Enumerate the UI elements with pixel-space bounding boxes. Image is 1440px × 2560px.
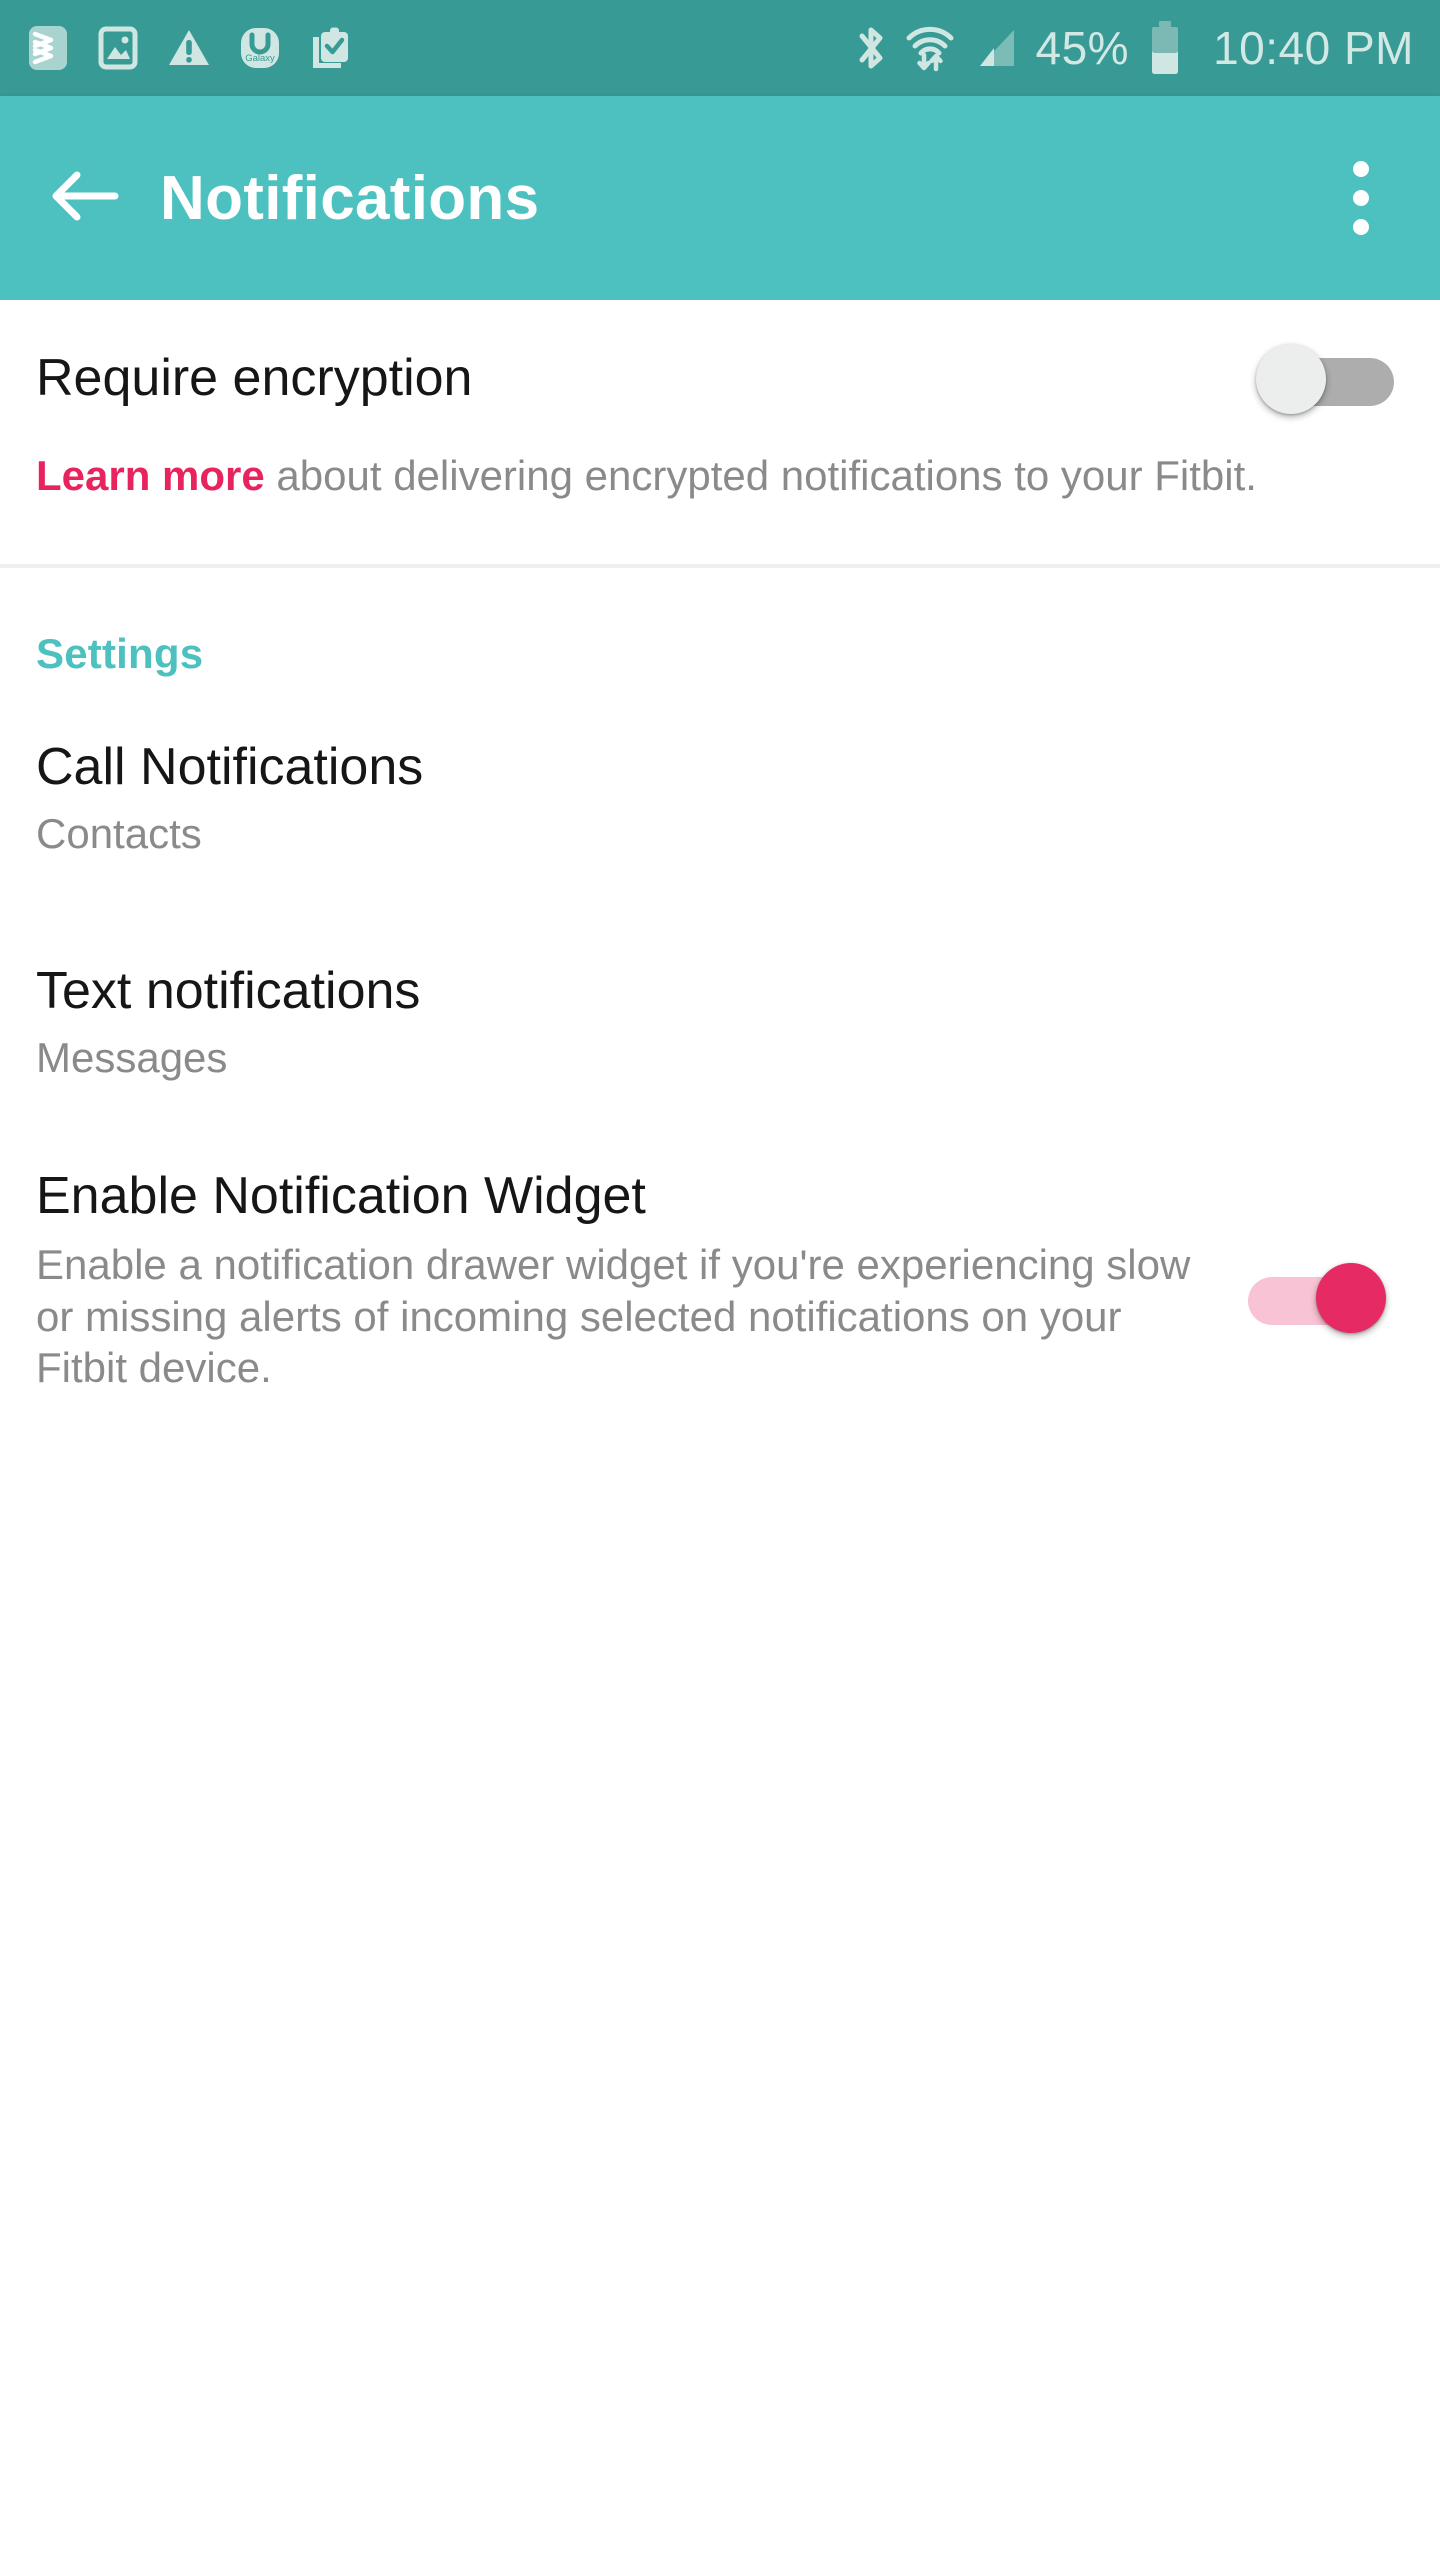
encryption-description-text: about delivering encrypted notifications… [265,452,1257,499]
learn-more-link[interactable]: Learn more [36,452,265,499]
status-bar-right-icons: 45% 10:40 PM [854,19,1414,77]
widget-description: Enable a notification drawer widget if y… [36,1239,1196,1394]
chevrons-stack-icon [26,25,70,71]
more-vertical-icon [1353,161,1369,235]
list-item-title: Text notifications [36,962,1404,1020]
toggle-knob [1256,344,1326,414]
page-title: Notifications [160,163,539,234]
list-item-subtitle: Contacts [36,810,1404,858]
clock-label: 10:40 PM [1213,25,1414,71]
cellular-signal-icon [972,24,1018,72]
settings-content: Require encryption Learn more about deli… [0,300,1440,1394]
list-item-title: Call Notifications [36,738,1404,796]
enable-notification-widget-toggle[interactable] [1238,1263,1386,1333]
list-item-text-notifications[interactable]: Text notifications Messages [0,884,1440,1109]
bluetooth-icon [854,22,888,74]
widget-toggle-holder [1238,1167,1404,1333]
require-encryption-label: Require encryption [36,349,472,409]
widget-text-block: Enable Notification Widget Enable a noti… [36,1167,1216,1394]
encryption-description: Learn more about delivering encrypted no… [0,450,1440,502]
back-button[interactable] [46,159,124,237]
status-bar: Galaxy [0,0,1440,96]
clipboard-check-icon [308,25,352,71]
wifi-transfer-icon [906,22,954,74]
status-bar-left-icons: Galaxy [26,25,352,71]
arrow-left-icon [49,167,121,230]
battery-icon [1147,19,1183,77]
enable-notification-widget-row[interactable]: Enable Notification Widget Enable a noti… [0,1109,1440,1394]
widget-title: Enable Notification Widget [36,1167,1216,1225]
svg-text:Galaxy: Galaxy [245,53,275,64]
require-encryption-toggle[interactable] [1256,344,1404,414]
battery-percent-label: 45% [1036,25,1130,71]
galaxy-store-icon: Galaxy [238,25,282,71]
list-item-call-notifications[interactable]: Call Notifications Contacts [0,688,1440,885]
warning-triangle-icon [166,25,212,71]
image-icon [96,25,140,71]
overflow-menu-button[interactable] [1326,150,1396,246]
list-item-subtitle: Messages [36,1034,1404,1082]
require-encryption-row[interactable]: Require encryption [0,300,1440,450]
settings-section-header: Settings [0,568,1440,688]
toggle-knob [1316,1263,1386,1333]
app-bar: Notifications [0,96,1440,300]
